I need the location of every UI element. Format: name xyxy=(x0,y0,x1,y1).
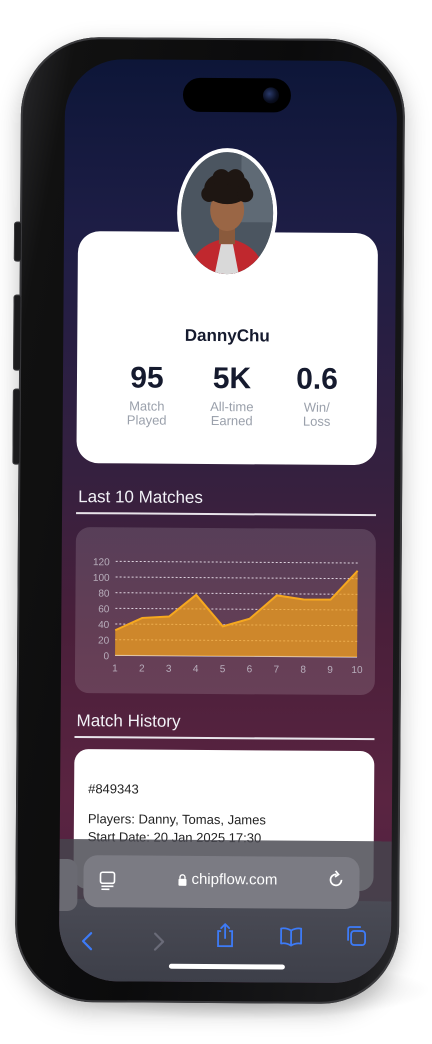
chart-gridline xyxy=(115,576,358,580)
dynamic-island xyxy=(182,77,292,113)
volume-down-button xyxy=(12,388,21,465)
matches-chart: 0 20 40 60 80 100 120 1 2 3 4 5 6 7 8 9 10 xyxy=(74,527,376,696)
phone-screen: DannyChu 95 Match Played 5K All-time Ear… xyxy=(58,58,398,984)
x-tick-label: 1 xyxy=(112,663,118,674)
y-tick-label: 20 xyxy=(98,636,110,647)
lock-icon xyxy=(178,874,187,886)
stat-label: Win/ Loss xyxy=(302,399,331,429)
address-bar[interactable]: chipflow.com xyxy=(83,855,360,910)
y-tick-label: 0 xyxy=(103,651,109,662)
stat-label: All-time Earned xyxy=(210,398,254,429)
volume-up-button xyxy=(13,294,22,371)
x-tick-label: 4 xyxy=(193,664,199,675)
stat-value: 0.6 xyxy=(296,362,338,396)
reader-icon[interactable] xyxy=(99,871,116,891)
x-tick-label: 7 xyxy=(273,664,279,675)
home-indicator[interactable] xyxy=(168,963,285,970)
y-tick-label: 80 xyxy=(98,589,110,600)
last-matches-title: Last 10 Matches xyxy=(78,487,203,507)
username: DannyChu xyxy=(184,325,270,346)
section-divider xyxy=(76,512,377,517)
x-tick-label: 5 xyxy=(220,664,226,675)
x-tick-label: 6 xyxy=(247,664,253,675)
profile-stats: 95 Match Played 5K All-time Earned 0.6 W… xyxy=(107,361,357,429)
tabs-icon[interactable] xyxy=(345,925,367,947)
action-button xyxy=(13,221,23,262)
y-tick-label: 100 xyxy=(93,573,110,584)
previous-tab[interactable] xyxy=(59,858,78,912)
match-history-title: Match History xyxy=(76,711,181,731)
stat-value: 95 xyxy=(130,361,164,395)
avatar-photo xyxy=(180,151,274,275)
x-tick-label: 8 xyxy=(300,665,306,676)
stat-all-time-earned: 5K All-time Earned xyxy=(192,362,272,429)
avatar[interactable] xyxy=(176,147,278,279)
x-tick-label: 3 xyxy=(166,664,172,675)
stat-win-loss: 0.6 Win/ Loss xyxy=(277,362,357,429)
camera-icon xyxy=(262,87,280,104)
stat-matches-played: 95 Match Played xyxy=(107,361,187,428)
back-icon[interactable] xyxy=(81,931,93,951)
chart-gridline xyxy=(115,560,358,564)
bookmarks-icon[interactable] xyxy=(279,926,303,947)
x-tick-label: 2 xyxy=(139,664,145,675)
match-id: #849343 xyxy=(88,781,139,797)
share-icon[interactable] xyxy=(215,922,235,948)
x-tick-label: 9 xyxy=(327,665,333,676)
forward-icon[interactable] xyxy=(153,932,165,952)
reload-icon[interactable] xyxy=(327,869,345,889)
url-text: chipflow.com xyxy=(191,870,278,889)
chart-area xyxy=(115,570,358,658)
chart-gridline xyxy=(115,592,358,595)
match-players: Players: Danny, Tomas, James xyxy=(87,811,266,828)
x-tick-label: 10 xyxy=(351,665,363,676)
y-tick-label: 120 xyxy=(93,557,110,568)
stat-label: Match Played xyxy=(126,398,167,428)
stat-value: 5K xyxy=(212,362,252,396)
y-tick-label: 40 xyxy=(98,620,110,631)
section-divider xyxy=(74,736,375,741)
phone-frame: DannyChu 95 Match Played 5K All-time Ear… xyxy=(12,36,406,1005)
y-tick-label: 60 xyxy=(98,604,110,615)
chart-svg: 0 20 40 60 80 100 120 1 2 3 4 5 6 7 8 9 10 xyxy=(93,557,363,676)
